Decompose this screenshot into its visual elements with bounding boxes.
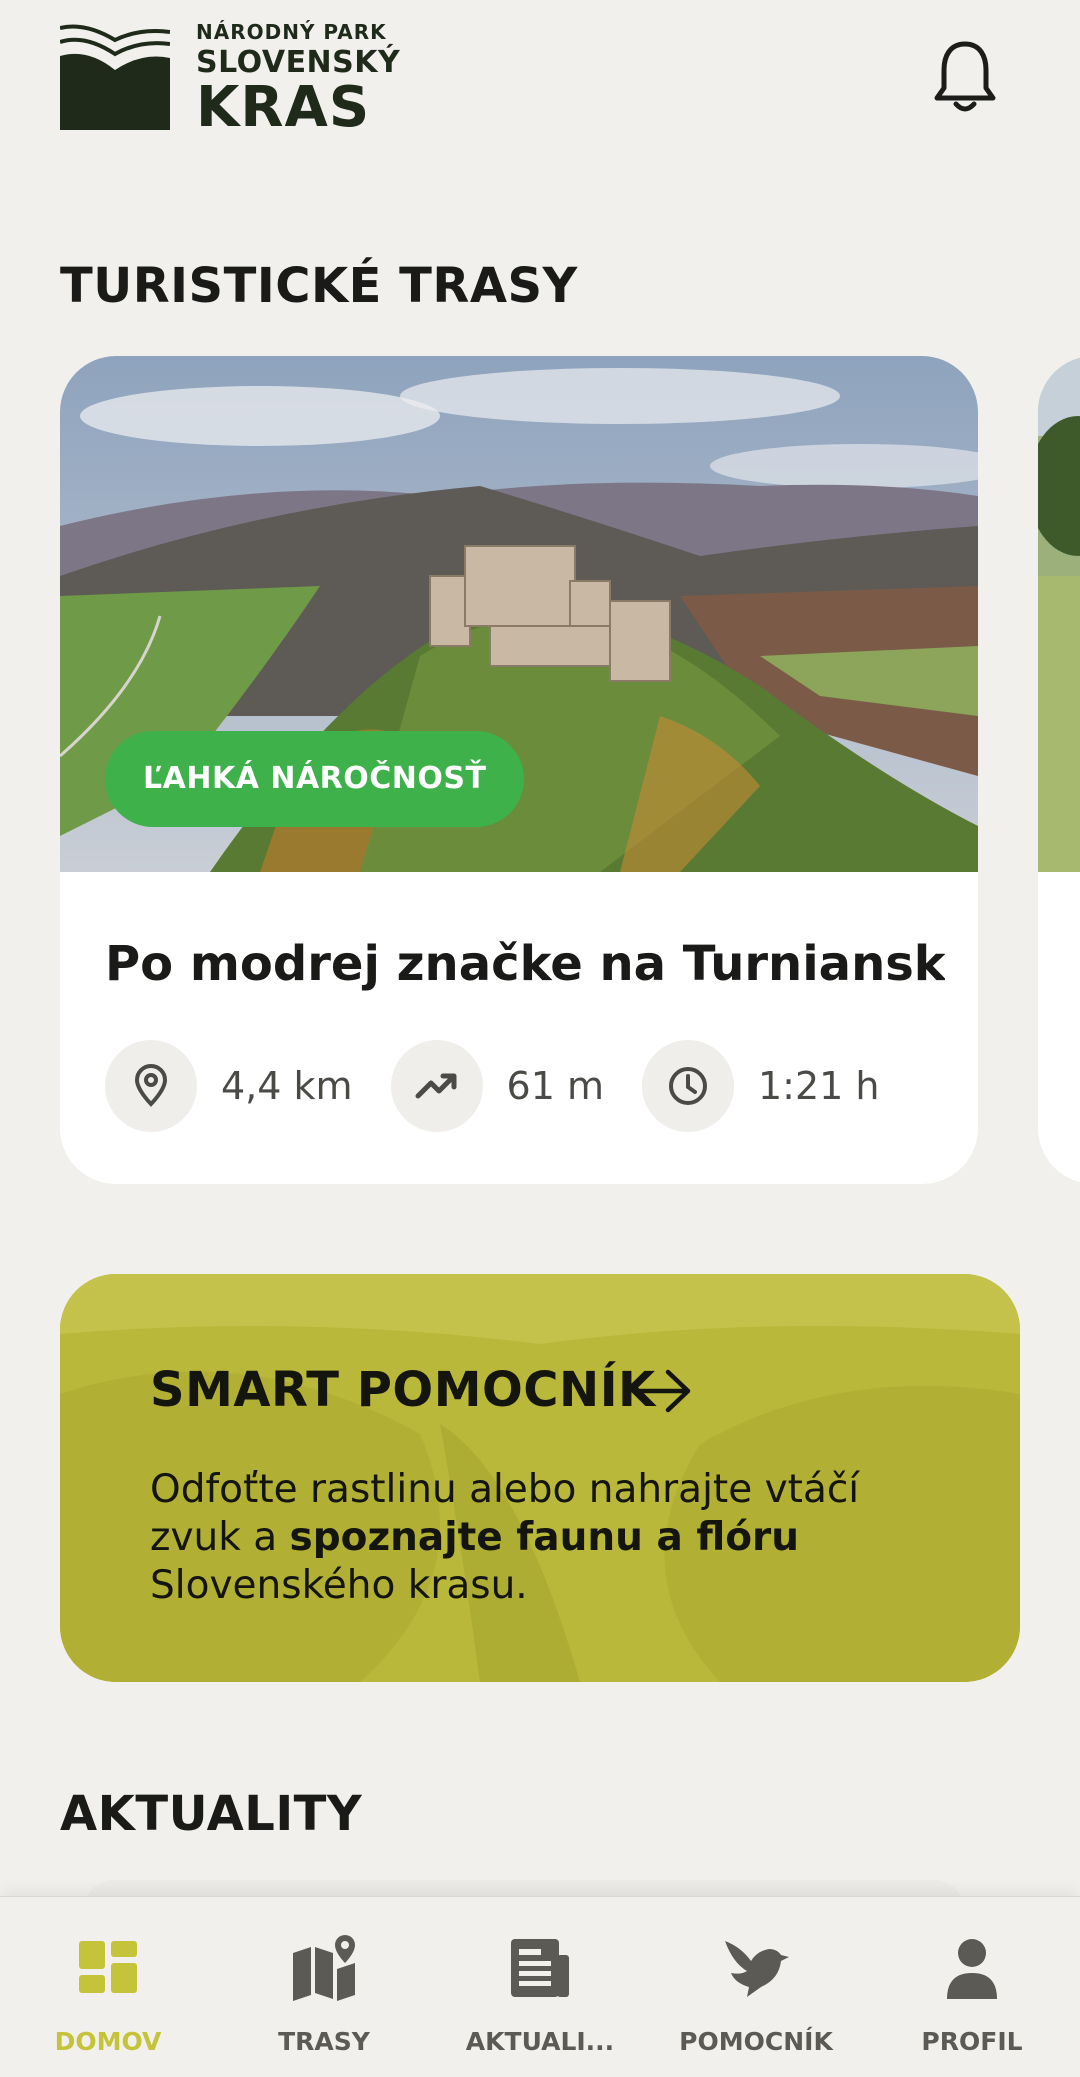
helper-title: SMART POMOCNÍK: [150, 1362, 656, 1418]
nav-item-profile[interactable]: PROFIL: [864, 1897, 1080, 2077]
nav-item-helper[interactable]: POMOCNÍK: [648, 1897, 864, 2077]
logo-line-2: SLOVENSKÝ: [196, 45, 401, 80]
distance-value: 4,4 km: [221, 1064, 353, 1108]
routes-section-title: TURISTICKÉ TRASY: [60, 258, 578, 314]
nav-label-home: DOMOV: [54, 2027, 162, 2056]
nav-item-news[interactable]: AKTUALI...: [432, 1897, 648, 2077]
nav-item-home[interactable]: DOMOV: [0, 1897, 216, 2077]
difficulty-badge: ĽAHKÁ NÁROČNOSŤ: [105, 731, 525, 827]
elevation-value: 61 m: [506, 1064, 604, 1108]
clock-icon: [642, 1040, 734, 1132]
location-pin-icon: [105, 1040, 197, 1132]
smart-helper-banner[interactable]: SMART POMOCNÍK Odfoťte rastlinu alebo na…: [60, 1274, 1020, 1682]
bird-icon: [725, 1941, 789, 1997]
person-icon: [947, 1939, 997, 1999]
nav-item-routes[interactable]: TRASY: [216, 1897, 432, 2077]
news-icon: [511, 1939, 569, 1997]
duration-value: 1:21 h: [758, 1064, 880, 1108]
next-trail-photo: [1038, 356, 1080, 872]
nav-label-routes: TRASY: [278, 2027, 370, 2056]
dashboard-icon: [79, 1941, 137, 1993]
bell-icon[interactable]: [932, 38, 998, 114]
helper-description-bold: spoznajte faunu a flóru: [289, 1515, 800, 1560]
news-section-title: AKTUALITY: [60, 1786, 363, 1842]
app-header: NÁRODNÝ PARK SLOVENSKÝ KRAS: [60, 22, 1020, 136]
helper-description: Odfoťte rastlinu alebo nahrajte vtáčí zv…: [150, 1467, 860, 1608]
trail-card[interactable]: ĽAHKÁ NÁROČNOSŤ Po modrej značke na Turn…: [60, 356, 978, 1184]
logo-line-3: KRAS: [196, 75, 371, 140]
logo-line-1: NÁRODNÝ PARK: [196, 20, 387, 44]
mountain-logo-icon: [60, 22, 170, 130]
arrow-right-icon: [633, 1369, 691, 1413]
map-icon: [293, 1935, 355, 2001]
nav-label-news: AKTUALI...: [465, 2027, 615, 2056]
nav-label-profile: PROFIL: [921, 2027, 1023, 2056]
duration-stat: 1:21 h: [642, 1040, 880, 1132]
bottom-navigation: DOMOV TRASY AKTUALI... POMOCNÍK PROFIL: [0, 1896, 1080, 2077]
nav-label-helper: POMOCNÍK: [679, 2027, 833, 2056]
trail-title: Po modrej značke na Turniansk...: [105, 936, 945, 992]
distance-stat: 4,4 km: [105, 1040, 353, 1132]
elevation-stat: 61 m: [390, 1040, 604, 1132]
trending-up-icon: [390, 1040, 483, 1132]
park-logo[interactable]: NÁRODNÝ PARK SLOVENSKÝ KRAS: [60, 22, 400, 136]
trail-stats: 4,4 km 61 m 1:21 h: [105, 1040, 918, 1132]
next-trail-card-peek[interactable]: [1038, 356, 1080, 1184]
